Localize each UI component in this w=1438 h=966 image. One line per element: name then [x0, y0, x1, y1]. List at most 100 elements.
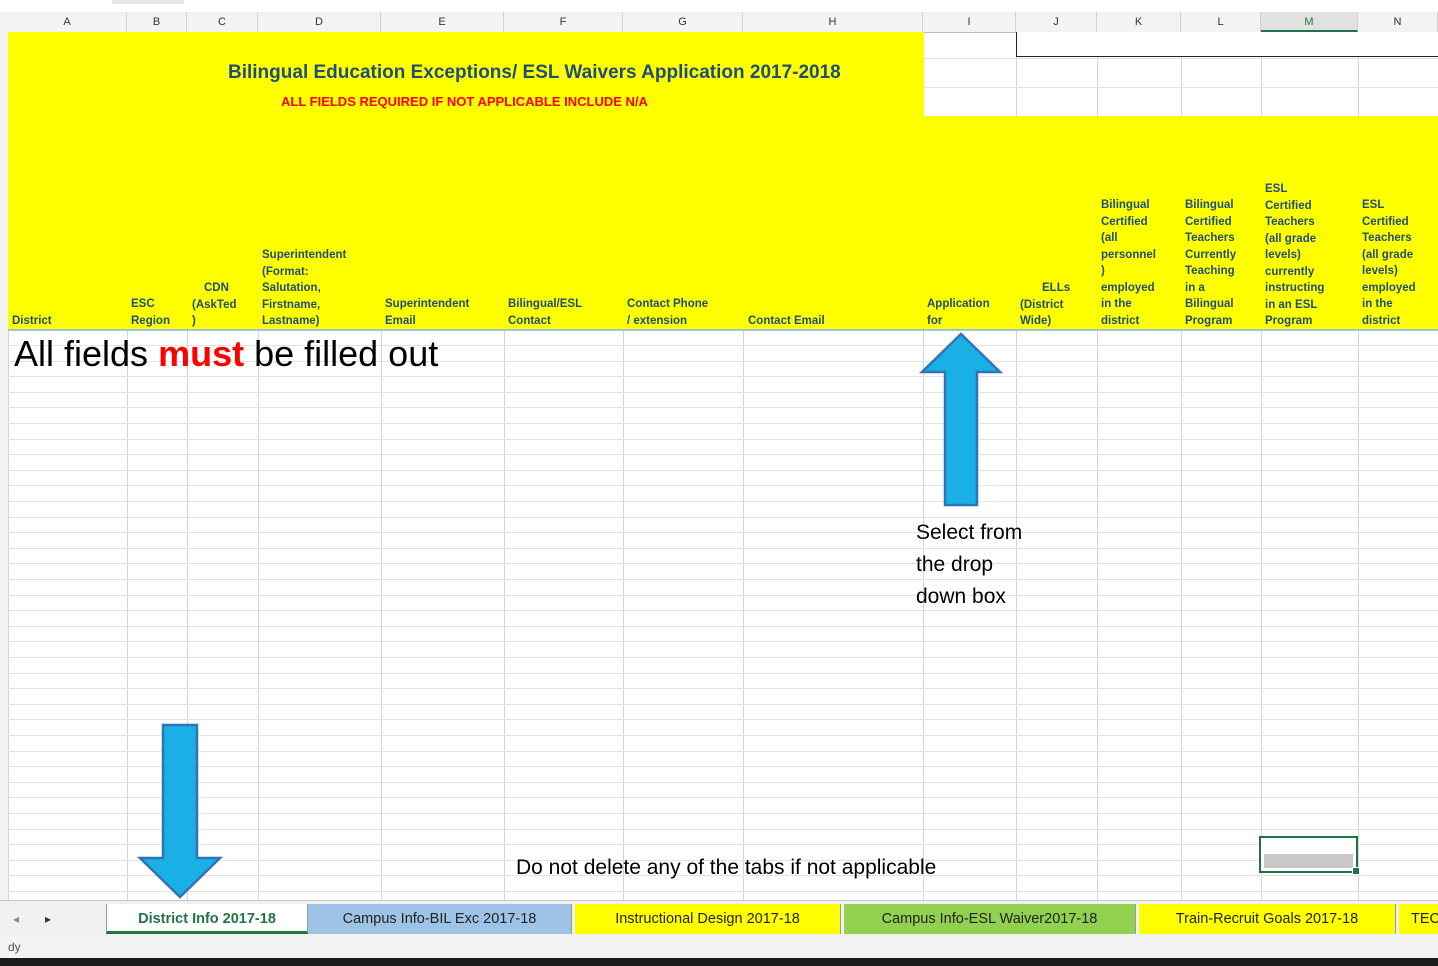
note-text: be filled out	[244, 333, 439, 374]
header-line: Firstname,	[262, 298, 321, 311]
header-line: Certified	[1185, 215, 1232, 228]
column-header-m[interactable]: M	[1261, 12, 1358, 32]
column-headers: A B C D E F G H I J K L M N	[0, 12, 1438, 33]
column-header-h[interactable]: H	[743, 12, 923, 32]
column-header-g[interactable]: G	[623, 12, 743, 32]
note-text: All fields	[14, 333, 159, 374]
header-esl-certified-instructing[interactable]: ESL Certified Teachers (all grade levels…	[1265, 181, 1324, 330]
grid-row-line	[8, 595, 1438, 596]
grid-row-line	[8, 392, 1438, 393]
header-line: Email	[385, 314, 416, 327]
grid-row-line	[8, 626, 1438, 627]
grid-row-line	[8, 641, 1438, 642]
header-esc-region[interactable]: ESC Region	[131, 296, 170, 329]
header-bilingual-certified-teaching[interactable]: Bilingual Certified Teachers Currently T…	[1185, 197, 1236, 329]
header-line: currently	[1265, 265, 1315, 278]
header-line: employed	[1101, 281, 1155, 294]
tab-train-recruit-goals[interactable]: Train-Recruit Goals 2017-18	[1139, 904, 1396, 934]
header-line: in the	[1362, 298, 1393, 310]
column-header-n[interactable]: N	[1358, 12, 1438, 32]
top-strip	[0, 0, 1438, 12]
grid-row-line	[8, 423, 1438, 424]
grid-row-line	[8, 548, 1438, 549]
tab-campus-info-bil-exc[interactable]: Campus Info-BIL Exc 2017-18	[308, 904, 572, 934]
header-cdn[interactable]: CDN (AskTed )	[192, 280, 237, 330]
column-header-j[interactable]: J	[1016, 12, 1097, 32]
column-header-i[interactable]: I	[923, 12, 1016, 32]
header-line: in the	[1101, 298, 1132, 310]
header-superintendent[interactable]: Superintendent (Format: Salutation, Firs…	[262, 247, 346, 330]
bordered-cell-range[interactable]	[1016, 32, 1438, 57]
tab-instructional-design[interactable]: Instructional Design 2017-18	[575, 904, 841, 934]
header-bilingual-esl-contact[interactable]: Bilingual/ESL Contact	[508, 296, 582, 329]
header-line: Program	[1265, 315, 1313, 327]
header-ells[interactable]: ELLs (District Wide)	[1020, 280, 1070, 330]
header-bottom-border	[8, 329, 1438, 331]
header-line: Lastname)	[262, 315, 320, 327]
header-line: in an ESL	[1265, 298, 1318, 311]
header-line: Teachers	[1362, 232, 1412, 244]
grid-row-line	[8, 673, 1438, 674]
header-district[interactable]: District	[12, 313, 52, 330]
column-header-d[interactable]: D	[258, 12, 381, 32]
header-line: Bilingual	[1101, 199, 1150, 211]
header-esl-certified-employed[interactable]: ESL Certified Teachers (all grade levels…	[1362, 197, 1416, 329]
fill-handle[interactable]	[1352, 867, 1360, 875]
column-header-a[interactable]: A	[8, 12, 127, 32]
header-line: (all grade	[1362, 248, 1414, 261]
tab-scroll-left-icon[interactable]: ◂	[6, 909, 26, 929]
tab-district-info[interactable]: District Info 2017-18	[106, 904, 308, 934]
column-header-f[interactable]: F	[504, 12, 623, 32]
header-line: Region	[131, 314, 170, 327]
grid-row-line	[8, 688, 1438, 689]
tabs-hint-note: Do not delete any of the tabs if not app…	[516, 856, 937, 879]
grid-row-line	[8, 407, 1438, 408]
grid-row-line	[8, 563, 1438, 564]
column-header-b[interactable]: B	[127, 12, 187, 32]
header-superintendent-email[interactable]: Superintendent Email	[385, 296, 469, 329]
grid-row-line	[8, 517, 1438, 518]
header-application-for[interactable]: Application for	[927, 296, 990, 329]
header-line: Teaching	[1185, 265, 1235, 277]
selected-cell[interactable]	[1259, 836, 1360, 875]
header-line: Wide)	[1020, 315, 1052, 327]
header-line: Bilingual/ESL	[508, 298, 583, 310]
column-header-k[interactable]: K	[1097, 12, 1181, 32]
grid-row-line	[8, 376, 1438, 377]
column-header-l[interactable]: L	[1181, 12, 1261, 32]
dropdown-hint-note: Select from the drop down box	[916, 517, 1022, 613]
spreadsheet-grid[interactable]: A B C D E F G H I J K L M N Bilingual Ed…	[0, 0, 1438, 900]
header-contact-email[interactable]: Contact Email	[748, 313, 825, 330]
header-line: Teachers	[1265, 216, 1315, 228]
header-line: )	[1101, 265, 1105, 277]
column-header-e[interactable]: E	[381, 12, 504, 32]
status-text: dy	[8, 940, 21, 954]
header-line: (AskTed	[192, 298, 237, 311]
tab-scroll-right-icon[interactable]: ▸	[38, 909, 58, 929]
all-fields-note: All fields must be filled out	[14, 332, 438, 376]
header-line: instructing	[1265, 282, 1325, 294]
header-contact-phone[interactable]: Contact Phone / extension	[627, 296, 708, 329]
top-strip-highlight	[112, 0, 184, 4]
header-line: in a	[1185, 281, 1205, 294]
column-header-c[interactable]: C	[187, 12, 258, 32]
header-line: levels)	[1362, 265, 1398, 277]
note-emphasis: must	[158, 333, 245, 374]
header-line: ESL	[1265, 183, 1288, 195]
header-line: Superintendent	[385, 298, 470, 310]
header-line: Certified	[1265, 199, 1312, 212]
header-line: Certified	[1362, 215, 1409, 228]
header-line: Contact	[508, 314, 551, 327]
header-line: ESL	[1362, 199, 1385, 211]
tab-campus-info-esl-waiver[interactable]: Campus Info-ESL Waiver2017-18	[844, 904, 1136, 934]
header-bilingual-certified-all[interactable]: Bilingual Certified (all personnel ) emp…	[1101, 197, 1156, 329]
header-line: Currently	[1185, 248, 1237, 261]
grid-row-line	[8, 719, 1438, 720]
down-arrow-icon	[137, 723, 223, 899]
status-bar: dy	[0, 936, 1438, 958]
tab-tec[interactable]: TEC	[1399, 904, 1438, 934]
header-line: Bilingual	[1185, 199, 1234, 211]
header-line: Contact Phone	[627, 298, 709, 310]
grid-row-line	[8, 704, 1438, 705]
grid-row-line	[924, 58, 1438, 59]
